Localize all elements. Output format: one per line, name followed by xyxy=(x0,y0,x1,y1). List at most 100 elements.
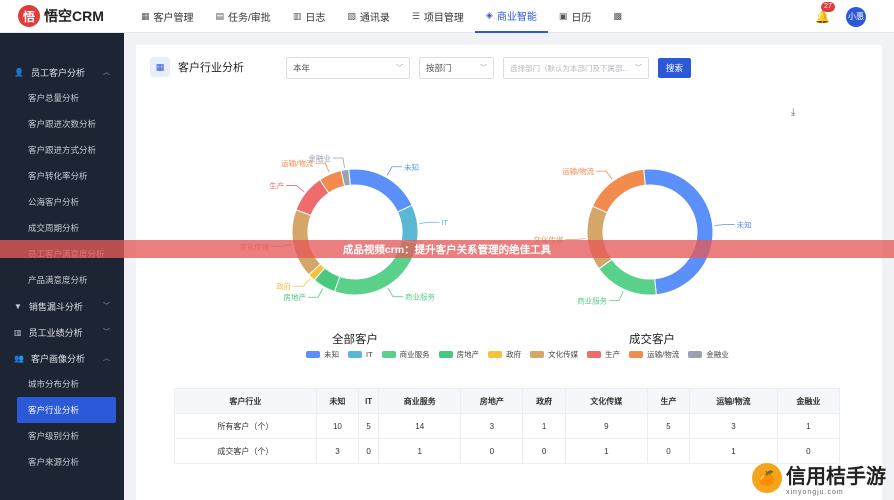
slice-leader-line xyxy=(386,166,403,176)
pie-slice-0-0[interactable] xyxy=(348,168,413,213)
watermark-title: 信用桔手游 xyxy=(786,464,886,488)
table-row: 成交客户（个） 3 0 1 0 0 1 0 1 0 xyxy=(174,438,841,464)
pie-slice-1-0[interactable] xyxy=(643,168,714,296)
legend-swatch xyxy=(438,351,453,358)
pie-slice-1-7[interactable] xyxy=(591,168,646,214)
dept-type-select[interactable]: 按部门 ﹀ xyxy=(419,57,494,79)
nav-project[interactable]: ☰ 项目管理 xyxy=(401,0,475,33)
chart-legend: 未知 IT 商业服务 房地产 政府 文化传媒 生产 运输/物流 金融业 xyxy=(306,349,738,360)
chevron-down-icon: ﹀ xyxy=(635,65,642,72)
sidebar-group-label: 员工业绩分析 xyxy=(28,327,83,338)
sidebar-item[interactable]: 客户总量分析 xyxy=(0,85,124,111)
nav-calendar[interactable]: ▣ 日历 xyxy=(548,0,603,33)
top-right: 🔔 27 小惠 xyxy=(815,0,866,33)
table-header-cell: 房地产 xyxy=(460,388,524,414)
page-header: ▦ 客户行业分析 xyxy=(150,57,244,77)
table-header-cell: 客户行业 xyxy=(174,388,317,414)
search-button[interactable]: 搜索 xyxy=(658,58,691,78)
sidebar-item-active[interactable]: 客户行业分析 xyxy=(17,397,116,423)
slice-label: 房地产 xyxy=(283,292,306,302)
slice-leader-line xyxy=(419,221,440,224)
logo-text: 悟空CRM xyxy=(44,8,104,24)
table-header-cell: 运输/物流 xyxy=(689,388,778,414)
legend-swatch xyxy=(587,351,602,358)
pie-slice-0-1[interactable] xyxy=(396,204,419,244)
sidebar-item[interactable]: 产品满意度分析 xyxy=(0,267,124,293)
user-icon: 👤 xyxy=(14,67,24,77)
sidebar-item[interactable]: 客户跟进方式分析 xyxy=(0,137,124,163)
slice-leader-line xyxy=(315,162,330,173)
sidebar-group-employee-customer[interactable]: 👤 员工客户分析 ︿ xyxy=(0,59,124,85)
analysis-icon: ▦ xyxy=(150,57,170,77)
watermark: 🍊 信用桔手游 xinyongju.com xyxy=(752,460,886,496)
app-logo[interactable]: 悟 悟空CRM xyxy=(0,5,124,27)
nav-contacts[interactable]: ▧ 通讯录 xyxy=(336,0,401,33)
legend-label: IT xyxy=(366,350,373,359)
pie-slice-1-5[interactable] xyxy=(586,205,613,270)
table-cell: 3 xyxy=(315,438,360,464)
dept-select[interactable]: 选择部门（默认为本部门及下属部... ﹀ xyxy=(503,57,649,79)
legend-item[interactable]: 商业服务 xyxy=(381,349,430,360)
legend-item[interactable]: 运输/物流 xyxy=(629,349,679,360)
chart-title-all: 全部客户 xyxy=(332,334,378,346)
chart-title-deal: 成交客户 xyxy=(629,334,675,346)
task-icon: ▤ xyxy=(215,10,225,21)
sidebar-item[interactable]: 客户转化率分析 xyxy=(0,163,124,189)
download-icon[interactable]: ⤓ xyxy=(791,107,795,118)
sidebar-item[interactable]: 城市分布分析 xyxy=(0,371,124,397)
table-cell: 9 xyxy=(564,413,648,439)
nav-label: 商业智能 xyxy=(496,11,537,23)
slice-label: IT xyxy=(441,218,448,227)
nav-label: 日历 xyxy=(571,12,592,24)
chevron-down-icon: ﹀ xyxy=(480,65,487,72)
nav-label: 客户管理 xyxy=(153,12,194,24)
sidebar-group-label: 销售漏斗分析 xyxy=(28,301,83,312)
avatar[interactable]: 小惠 xyxy=(846,6,866,27)
sidebar-group-performance[interactable]: ▥ 员工业绩分析 ﹀ xyxy=(0,319,124,345)
logo-mark: 悟 xyxy=(18,5,40,27)
nav-apps[interactable]: ▩ xyxy=(602,0,637,33)
legend-item[interactable]: 生产 xyxy=(587,349,620,360)
sidebar-item[interactable]: 成交周期分析 xyxy=(0,215,124,241)
customer-icon: ▦ xyxy=(141,10,150,21)
table-row: 所有客户（个） 10 5 14 3 1 9 5 3 1 xyxy=(174,413,841,439)
legend-label: 生产 xyxy=(605,350,621,359)
bell-icon[interactable]: 🔔 27 xyxy=(815,1,835,24)
legend-swatch xyxy=(629,351,644,358)
slice-leader-line xyxy=(596,170,613,180)
slice-leader-line xyxy=(293,278,311,287)
slice-leader-line xyxy=(286,185,305,192)
funnel-icon: ▼ xyxy=(14,301,22,311)
legend-item[interactable]: 文化传媒 xyxy=(530,349,578,360)
overlay-banner: 成品视频crm：提升客户关系管理的绝佳工具 xyxy=(0,240,894,258)
legend-item[interactable]: 金融业 xyxy=(688,349,729,360)
legend-item[interactable]: 政府 xyxy=(488,349,521,360)
legend-item[interactable]: 未知 xyxy=(306,349,339,360)
slice-label: 运输/物流 xyxy=(562,166,595,176)
sidebar-group-portrait[interactable]: 👥 客户画像分析 ︿ xyxy=(0,345,124,371)
nav-bi[interactable]: ◈ 商业智能 xyxy=(474,0,548,33)
bi-icon: ◈ xyxy=(485,9,493,20)
sidebar-item[interactable]: 公海客户分析 xyxy=(0,189,124,215)
legend-item[interactable]: IT xyxy=(348,350,373,359)
sidebar-item[interactable]: 客户跟进次数分析 xyxy=(0,111,124,137)
table-header-cell: 商业服务 xyxy=(378,388,462,414)
sidebar-group-funnel[interactable]: ▼ 销售漏斗分析 ﹀ xyxy=(0,293,124,319)
table-cell: 0 xyxy=(460,438,524,464)
pie-slice-1-2[interactable] xyxy=(598,258,657,296)
table-cell: 1 xyxy=(522,413,566,439)
sidebar-group-label: 员工客户分析 xyxy=(30,67,85,78)
table-cell: 0 xyxy=(646,438,691,464)
nav-task[interactable]: ▤ 任务/审批 xyxy=(205,0,282,33)
sidebar-item[interactable]: 客户级别分析 xyxy=(0,423,124,449)
table-header-cell: 政府 xyxy=(522,388,566,414)
data-table: 客户行业 未知 IT 商业服务 房地产 政府 文化传媒 生产 运输/物流 金融业 所有客户（个） 1… xyxy=(174,388,841,464)
legend-swatch xyxy=(381,351,396,358)
sidebar-item[interactable]: 客户来源分析 xyxy=(0,449,124,475)
dept-placeholder: 选择部门（默认为本部门及下属部... xyxy=(510,63,629,73)
period-select[interactable]: 本年 ﹀ xyxy=(286,57,410,79)
legend-item[interactable]: 房地产 xyxy=(438,349,479,360)
nav-log[interactable]: ▥ 日志 xyxy=(282,0,337,33)
slice-label: 商业服务 xyxy=(405,292,435,302)
nav-customer[interactable]: ▦ 客户管理 xyxy=(130,0,205,33)
